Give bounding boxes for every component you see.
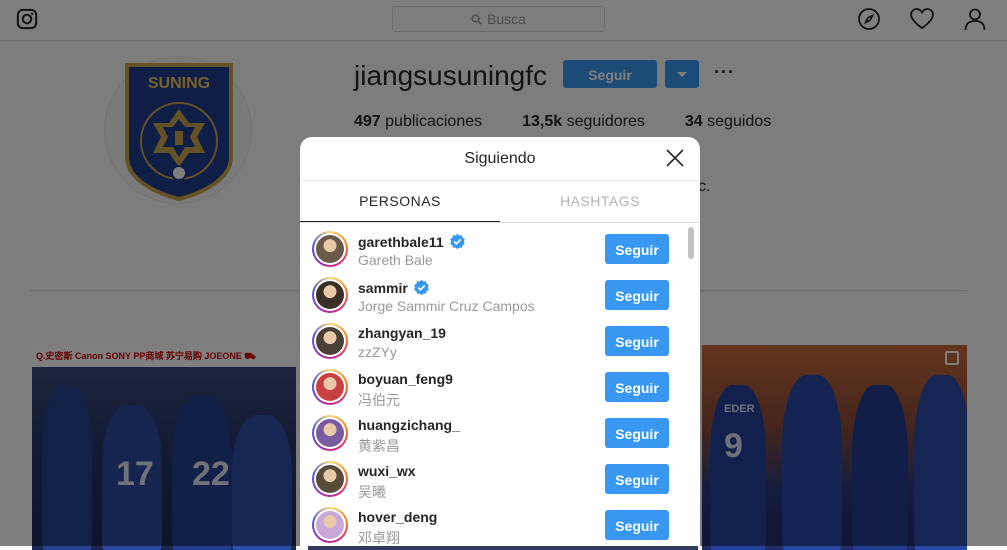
user-avatar: [316, 373, 344, 401]
user-full-name: 吴曦: [358, 484, 386, 500]
user-username[interactable]: wuxi_wx: [358, 463, 416, 479]
story-ring[interactable]: [312, 507, 348, 543]
user-username[interactable]: hover_deng: [358, 509, 437, 525]
tab-hashtags[interactable]: HASHTAGS: [500, 181, 700, 222]
user-full-name: Jorge Sammir Cruz Campos: [358, 298, 535, 314]
list-item[interactable]: sammir Jorge Sammir Cruz Campos Seguir: [300, 273, 692, 319]
close-icon[interactable]: [666, 149, 684, 167]
story-ring[interactable]: [312, 277, 348, 313]
verified-badge-icon: [449, 233, 465, 250]
dialog-title: Siguiendo: [300, 137, 700, 181]
user-full-name: Gareth Bale: [358, 252, 433, 268]
scrollbar-thumb[interactable]: [688, 227, 694, 259]
follow-user-button[interactable]: Seguir: [605, 234, 669, 264]
dialog-tabs: PERSONAS HASHTAGS: [300, 181, 700, 223]
user-username[interactable]: sammir: [358, 279, 430, 296]
tab-people[interactable]: PERSONAS: [300, 181, 500, 222]
following-dialog: Siguiendo PERSONAS HASHTAGS garethbale11…: [300, 137, 700, 546]
list-item[interactable]: boyuan_feng9 冯伯元 Seguir: [300, 365, 692, 411]
follow-user-button[interactable]: Seguir: [605, 372, 669, 402]
user-avatar: [316, 419, 344, 447]
list-item[interactable]: garethbale11 Gareth Bale Seguir: [300, 227, 692, 273]
story-ring[interactable]: [312, 231, 348, 267]
user-full-name: 黄紫昌: [358, 438, 400, 454]
user-username[interactable]: boyuan_feng9: [358, 371, 453, 387]
following-list[interactable]: garethbale11 Gareth Bale Seguir sammir J…: [300, 223, 700, 546]
follow-user-button[interactable]: Seguir: [605, 326, 669, 356]
user-full-name: 冯伯元: [358, 392, 400, 408]
user-avatar: [316, 281, 344, 309]
user-username[interactable]: garethbale11: [358, 233, 466, 250]
follow-user-button[interactable]: Seguir: [605, 464, 669, 494]
follow-user-button[interactable]: Seguir: [605, 510, 669, 540]
story-ring[interactable]: [312, 461, 348, 497]
follow-user-button[interactable]: Seguir: [605, 418, 669, 448]
verified-badge-icon: [414, 279, 429, 296]
list-item[interactable]: wuxi_wx 吴曦 Seguir: [300, 457, 692, 503]
story-ring[interactable]: [312, 415, 348, 451]
user-avatar: [316, 235, 344, 263]
user-full-name: zzZYy: [358, 344, 397, 360]
user-username[interactable]: zhangyan_19: [358, 325, 446, 341]
user-avatar: [316, 465, 344, 493]
story-ring[interactable]: [312, 323, 348, 359]
list-item[interactable]: zhangyan_19 zzZYy Seguir: [300, 319, 692, 365]
follow-user-button[interactable]: Seguir: [605, 280, 669, 310]
user-avatar: [316, 511, 344, 539]
user-username[interactable]: huangzichang_: [358, 417, 460, 433]
list-item[interactable]: huangzichang_ 黄紫昌 Seguir: [300, 411, 692, 457]
user-avatar: [316, 327, 344, 355]
user-full-name: 邓卓翔: [358, 530, 400, 546]
list-item[interactable]: hover_deng 邓卓翔 Seguir: [300, 503, 692, 546]
list-scrollbar[interactable]: [686, 227, 696, 546]
story-ring[interactable]: [312, 369, 348, 405]
